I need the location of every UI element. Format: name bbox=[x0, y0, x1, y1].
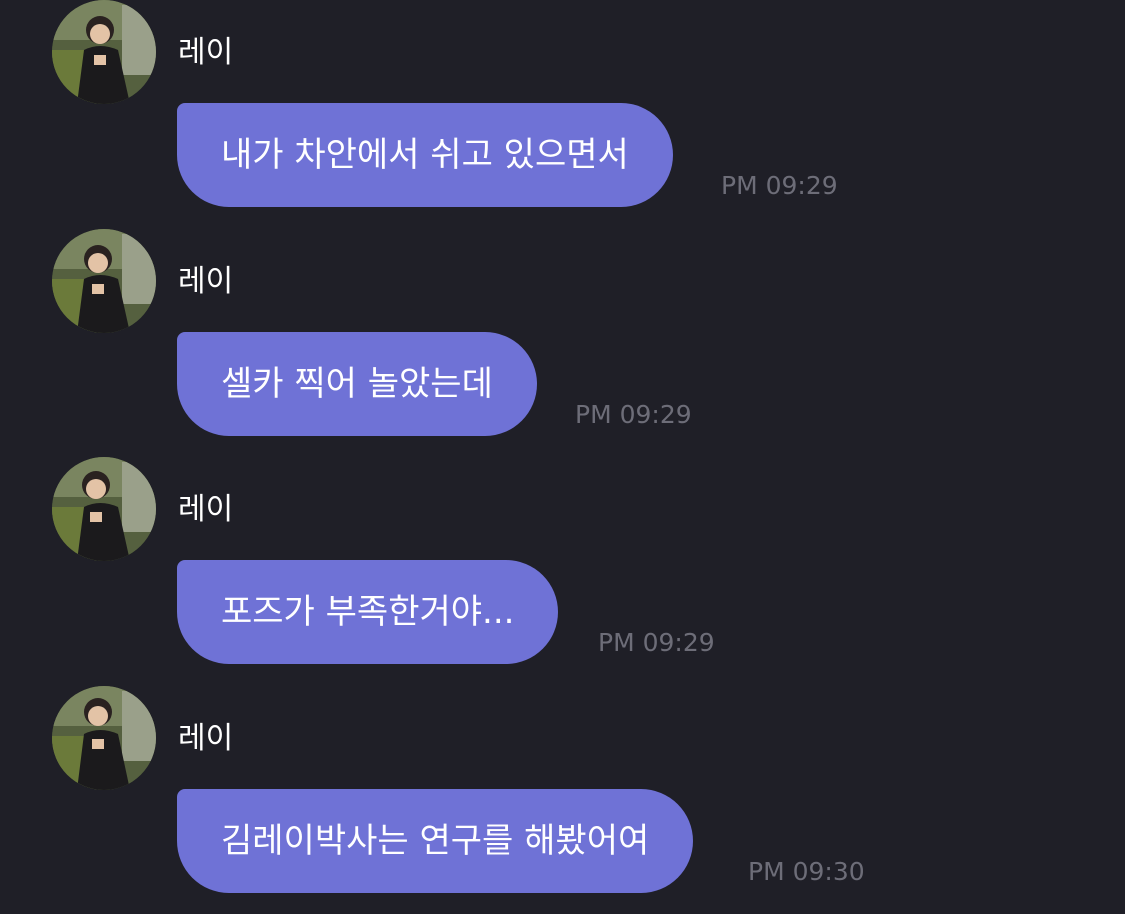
avatar[interactable] bbox=[52, 0, 156, 104]
message-timestamp: PM 09:29 bbox=[721, 171, 838, 200]
avatar-photo-icon bbox=[52, 686, 156, 790]
message-bubble[interactable]: 포즈가 부족한거야... bbox=[177, 560, 559, 664]
avatar-photo-icon bbox=[52, 229, 156, 333]
message-bubble[interactable]: 셀카 찍어 놀았는데 bbox=[177, 332, 537, 436]
avatar-photo-icon bbox=[52, 457, 156, 561]
avatar[interactable] bbox=[52, 686, 156, 790]
avatar[interactable] bbox=[52, 229, 156, 333]
sender-name: 레이 bbox=[178, 492, 234, 527]
avatar[interactable] bbox=[52, 457, 156, 561]
chat-thread: 레이 내가 차안에서 쉬고 있으면서 PM 09:29 레이 셀카 찍어 놀았는… bbox=[0, 0, 1125, 914]
message-bubble[interactable]: 김레이박사는 연구를 해봤어여 bbox=[177, 789, 694, 893]
sender-name: 레이 bbox=[178, 264, 234, 299]
sender-name: 레이 bbox=[178, 35, 234, 70]
message-timestamp: PM 09:30 bbox=[748, 857, 865, 886]
sender-name: 레이 bbox=[178, 721, 234, 756]
avatar-photo-icon bbox=[52, 0, 156, 104]
message-timestamp: PM 09:29 bbox=[598, 628, 715, 657]
message-bubble[interactable]: 내가 차안에서 쉬고 있으면서 bbox=[177, 103, 673, 207]
message-timestamp: PM 09:29 bbox=[575, 400, 692, 429]
